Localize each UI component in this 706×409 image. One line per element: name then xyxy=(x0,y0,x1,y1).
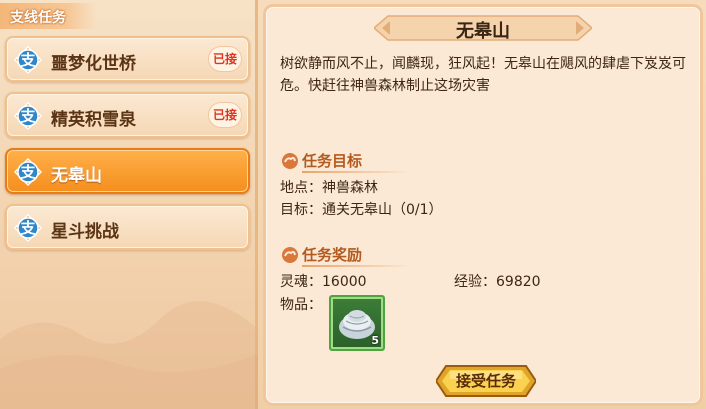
objective-title: 任务目标 xyxy=(302,152,363,170)
sidebar-item-label: 精英积雪泉 xyxy=(51,110,136,130)
soul-value: 16000 xyxy=(322,274,367,290)
accepted-status-badge: 已接 xyxy=(208,46,242,72)
exp-reward-line: 经验：69820 xyxy=(454,271,541,291)
items-label: 物品： xyxy=(280,297,322,313)
location-value: 神兽森林 xyxy=(322,180,378,196)
sidebar-item-quest-3-selected[interactable]: 支 无皋山 xyxy=(5,148,250,194)
item-count: 5 xyxy=(371,334,379,347)
target-line: 目标：通关无皋山（0/1） xyxy=(280,199,443,219)
badge-char: 支 xyxy=(20,107,36,125)
section-divider xyxy=(302,171,412,173)
quest-title: 无皋山 xyxy=(456,21,510,42)
branch-badge-icon: 支 xyxy=(13,213,43,243)
section-divider xyxy=(302,265,412,267)
objective-section-header: 任务目标 xyxy=(280,150,480,173)
sidebar-item-label: 无皋山 xyxy=(51,166,102,186)
branch-badge-icon: 支 xyxy=(13,45,43,75)
target-value: 通关无皋山（0/1） xyxy=(322,202,443,218)
reward-title: 任务奖励 xyxy=(302,246,363,264)
soul-reward-line: 灵魂：16000 xyxy=(280,271,367,291)
sidebar-item-quest-4[interactable]: 支 星斗挑战 xyxy=(5,204,250,250)
exp-value: 69820 xyxy=(496,274,541,290)
quest-category-title: 支线任务 xyxy=(10,10,66,26)
location-line: 地点：神兽森林 xyxy=(280,177,378,197)
soul-label: 灵魂： xyxy=(280,274,322,290)
mountain-decoration xyxy=(0,301,258,409)
cloud-icon xyxy=(282,247,298,263)
quest-list-panel: 支线任务 支 噩梦化世桥 已接 支 精英积雪泉 已接 支 无皋山 支 星斗挑战 xyxy=(0,0,258,409)
branch-badge-icon: 支 xyxy=(13,101,43,131)
accepted-status-badge: 已接 xyxy=(208,102,242,128)
sidebar-item-label: 星斗挑战 xyxy=(51,222,119,242)
badge-char: 支 xyxy=(20,219,36,237)
quest-title-banner: 无皋山 xyxy=(374,13,592,43)
quest-description: 树欲静而风不止，闻麟现，狂风起！无皋山在飓风的肆虐下岌岌可危。快赶往神兽森林制止… xyxy=(280,56,686,94)
exp-label: 经验： xyxy=(454,274,496,290)
quest-detail-panel: 无皋山 树欲静而风不止，闻麟现，狂风起！无皋山在飓风的肆虐下岌岌可危。快赶往神兽… xyxy=(263,4,703,406)
cloud-icon xyxy=(282,153,298,169)
quest-window: 支线任务 支 噩梦化世桥 已接 支 精英积雪泉 已接 支 无皋山 支 星斗挑战 … xyxy=(0,0,706,409)
accept-quest-label: 接受任务 xyxy=(455,372,516,390)
accept-quest-button[interactable]: 接受任务 xyxy=(436,363,536,399)
quest-category-header: 支线任务 xyxy=(0,3,96,29)
branch-badge-icon: 支 xyxy=(13,157,43,187)
sidebar-item-quest-1[interactable]: 支 噩梦化世桥 已接 xyxy=(5,36,250,82)
badge-char: 支 xyxy=(20,163,36,181)
sidebar-item-quest-2[interactable]: 支 精英积雪泉 已接 xyxy=(5,92,250,138)
reward-section-header: 任务奖励 xyxy=(280,244,480,267)
sidebar-item-label: 噩梦化世桥 xyxy=(51,54,136,74)
target-label: 目标： xyxy=(280,202,322,218)
badge-char: 支 xyxy=(20,51,36,69)
location-label: 地点： xyxy=(280,180,322,196)
reward-item-slot[interactable]: 5 xyxy=(329,295,385,351)
